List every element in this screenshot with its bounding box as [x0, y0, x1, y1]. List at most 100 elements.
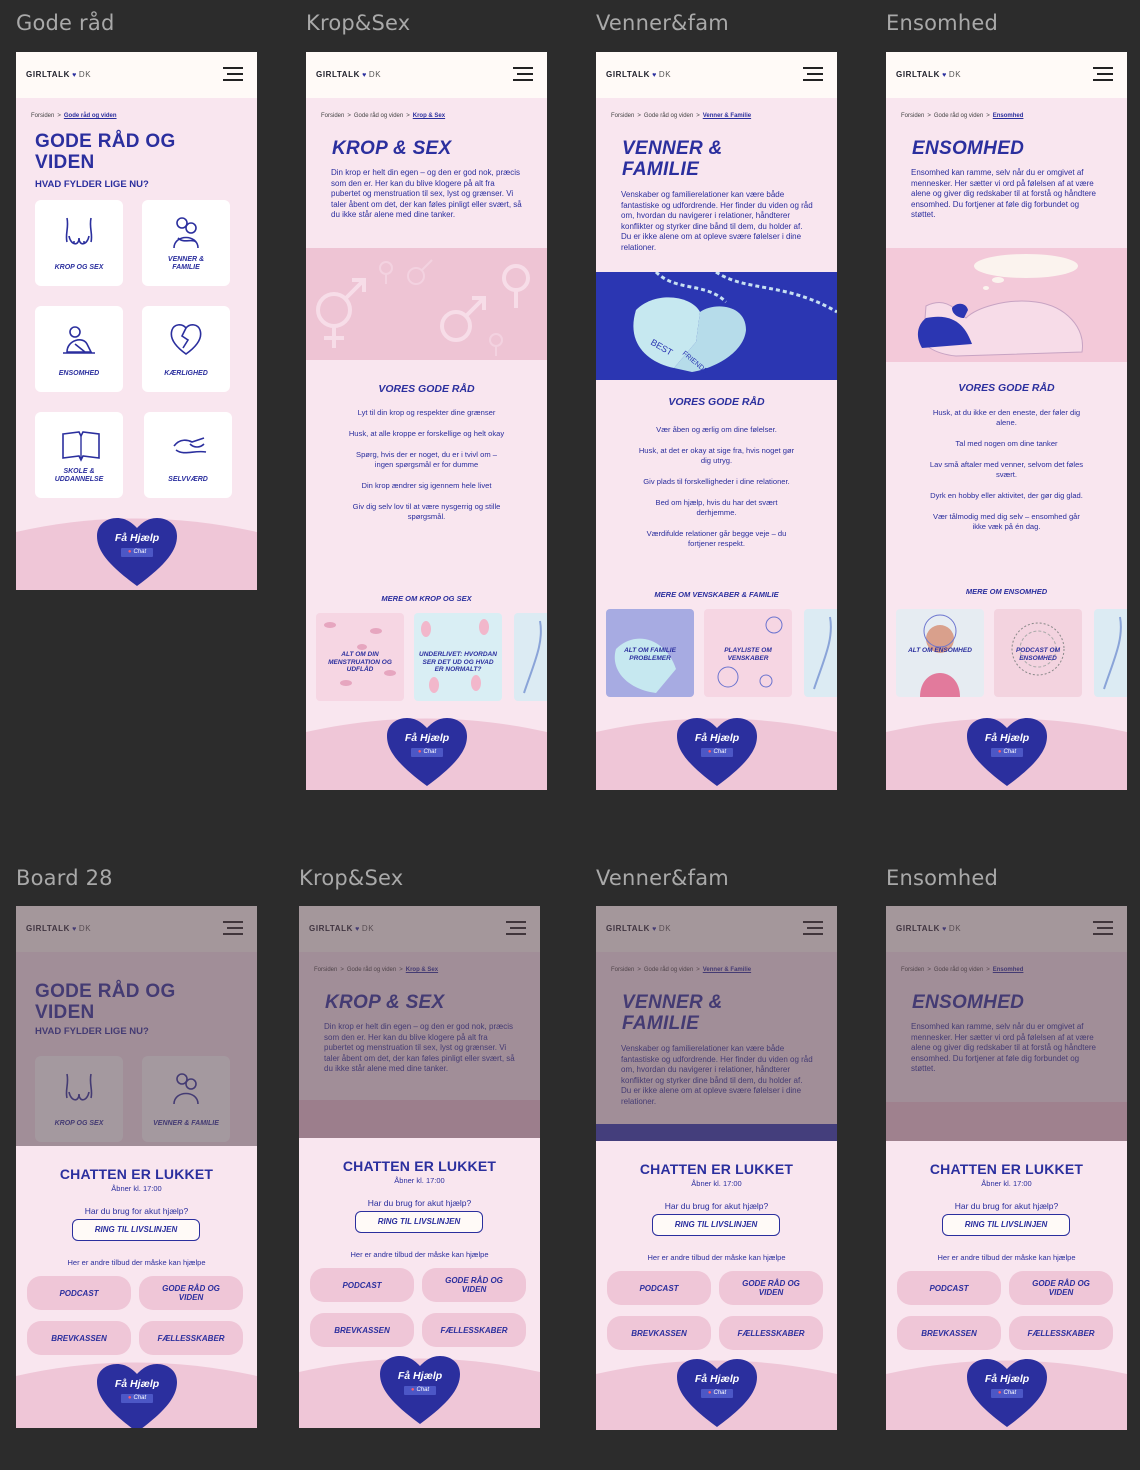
offer-faellesskaber-button[interactable]: FÆLLESSKABER [139, 1321, 243, 1355]
menu-icon[interactable] [1093, 66, 1113, 82]
page-intro: Venskaber og familierelationer kan være … [621, 190, 813, 252]
tips-heading: VORES GODE RÅD [958, 382, 1055, 394]
frame-ensomhed: GIRLTALK ♥ DK Forsiden > Gode råd og viden > E… [886, 52, 1127, 790]
offer-brevkassen-button[interactable]: BREVKASSEN [897, 1316, 1001, 1350]
board-title-ensomhed-2: Ensomhed [886, 866, 998, 890]
tile-skole-uddannelse[interactable]: SKOLE & UDDANNELSE [35, 412, 123, 498]
help-heart-button[interactable]: Få Hjælp ● Chat [967, 1359, 1047, 1429]
offer-gode-raad-button[interactable]: GODE RÅD OG VIDEN [139, 1276, 243, 1310]
offer-brevkassen-button[interactable]: BREVKASSEN [310, 1313, 414, 1347]
gender-symbols-banner [306, 248, 547, 360]
book-icon [62, 431, 100, 462]
article-card-playliste[interactable]: PLAYLISTE OM VENSKABER [704, 609, 792, 697]
frame-krop-sex: GIRLTALK ♥ DK Forsiden > Gode råd og viden > K… [306, 52, 547, 790]
tile-ensomhed[interactable]: ENSOMHED [35, 306, 123, 392]
logo[interactable]: GIRLTALK♥DK [606, 70, 671, 79]
chat-closed-heading: CHATTEN ER LUKKET [342, 1158, 497, 1174]
tip: Spørg, hvis der er noget, du er i tvivl … [356, 450, 497, 469]
tile-venner-familie[interactable]: VENNER & FAMILIE [142, 200, 230, 286]
offer-podcast-button[interactable]: PODCAST [607, 1271, 711, 1305]
menu-icon[interactable] [513, 66, 533, 82]
chat-badge[interactable]: ● Chat [701, 1389, 733, 1398]
board-title-krop-sex-2: Krop&Sex [299, 866, 404, 890]
article-card-familie-problemer[interactable]: ALT OM FAMILIE PROBLEMER [606, 609, 694, 697]
chat-closed-panel: CHATTEN ER LUKKET Åbner kl. 17:00 Har du… [299, 1138, 540, 1428]
call-livslinjen-button[interactable]: RING TIL LIVSLINJEN [942, 1214, 1070, 1236]
chat-badge[interactable]: ● Chat [991, 1389, 1023, 1398]
chat-badge[interactable]: ● Chat [121, 1394, 153, 1403]
chat-badge[interactable]: ● Chat [121, 548, 153, 557]
article-card-partial[interactable] [1094, 609, 1127, 697]
page-title: VENNER &FAMILIE [622, 138, 723, 180]
offer-gode-raad-button[interactable]: GODE RÅD OG VIDEN [422, 1268, 526, 1302]
offer-faellesskaber-button[interactable]: FÆLLESSKABER [422, 1313, 526, 1347]
tips-list: Lyt til din krop og respekter dine græns… [346, 408, 507, 533]
help-heart-button[interactable]: Få Hjælp ● Chat [97, 518, 177, 588]
article-card-partial[interactable] [514, 613, 547, 701]
help-heart-button[interactable]: Få Hjælp ● Chat [677, 718, 757, 788]
tile-selvvaerd[interactable]: SELVVÆRD [144, 412, 232, 498]
menu-icon[interactable] [803, 66, 823, 82]
figure-image [1103, 616, 1122, 690]
body-icon [65, 217, 93, 245]
offer-podcast-button[interactable]: PODCAST [897, 1271, 1001, 1305]
heart-icon: ♥ [362, 72, 367, 79]
offer-faellesskaber-button[interactable]: FÆLLESSKABER [719, 1316, 823, 1350]
article-card-menstruation[interactable]: ALT OM DIN MENSTRUATION OG UDFLÅD [316, 613, 404, 701]
chat-badge[interactable]: ● Chat [411, 748, 443, 757]
chat-badge[interactable]: ● Chat [701, 748, 733, 757]
call-livslinjen-button[interactable]: RING TIL LIVSLINJEN [652, 1214, 780, 1236]
offer-gode-raad-button[interactable]: GODE RÅD OG VIDEN [719, 1271, 823, 1305]
offer-brevkassen-button[interactable]: BREVKASSEN [607, 1316, 711, 1350]
tip: Husk, at det er okay at sige fra, hvis n… [638, 446, 795, 465]
frame-venner-familie: GIRLTALK ♥ DK Forsiden > Gode råd og viden > V… [596, 52, 837, 790]
offer-podcast-button[interactable]: PODCAST [310, 1268, 414, 1302]
board-title-krop-sex: Krop&Sex [306, 11, 411, 35]
tip: Dyrk en hobby eller aktivitet, der gør d… [930, 491, 1083, 500]
other-offers-text: Her er andre tilbud der måske kan hjælpe [350, 1250, 489, 1259]
opening-time: Åbner kl. 17:00 [691, 1179, 742, 1188]
frame-gode-raad: GIRLTALK ♥ DK Forsiden > Gode råd og viden G… [16, 52, 257, 590]
help-heart-button[interactable]: Få Hjælp ● Chat [380, 1356, 460, 1426]
article-card-ensomhed[interactable]: ALT OM ENSOMHED [896, 609, 984, 697]
crumb-advice[interactable]: Gode råd og viden [644, 113, 693, 119]
call-livslinjen-button[interactable]: RING TIL LIVSLINJEN [355, 1211, 483, 1233]
call-livslinjen-button[interactable]: RING TIL LIVSLINJEN [72, 1219, 200, 1241]
offer-brevkassen-button[interactable]: BREVKASSEN [27, 1321, 131, 1355]
best-friends-necklace-image: BEST FRIENDS [596, 272, 837, 380]
frame-board28: GIRLTALK♥DK GODE RÅD OGVIDEN HVAD FYLDER… [16, 906, 257, 1428]
lonely-person-icon [63, 326, 95, 354]
logo[interactable]: GIRLTALK♥DK [896, 70, 961, 79]
article-card-podcast[interactable]: PODCAST OM ENSOMHED [994, 609, 1082, 697]
offer-gode-raad-button[interactable]: GODE RÅD OG VIDEN [1009, 1271, 1113, 1305]
chat-badge[interactable]: ● Chat [991, 748, 1023, 757]
offer-podcast-button[interactable]: PODCAST [27, 1276, 131, 1310]
crumb-home[interactable]: Forsiden [31, 113, 54, 119]
article-card-underlivet[interactable]: UNDERLIVET: HVORDAN SER DET UD OG HVAD E… [414, 613, 502, 701]
tip: Bed om hjælp, hvis du har det svært derh… [655, 498, 778, 517]
chat-badge[interactable]: ● Chat [404, 1386, 436, 1395]
crumb-home[interactable]: Forsiden [901, 113, 924, 119]
crumb-advice[interactable]: Gode råd og viden [354, 113, 403, 119]
help-heart-button[interactable]: Få Hjælp ● Chat [387, 718, 467, 788]
help-heart-button[interactable]: Få Hjælp ● Chat [677, 1359, 757, 1429]
page-intro: Din krop er helt din egen – og den er go… [331, 168, 522, 220]
crumb-home[interactable]: Forsiden [321, 113, 344, 119]
logo[interactable]: GIRLTALK♥DK [26, 70, 91, 79]
crumb-current: Krop & Sex [412, 113, 446, 119]
crumb-home[interactable]: Forsiden [611, 113, 634, 119]
crumb-advice[interactable]: Gode råd og viden [64, 113, 117, 119]
tile-kaerlighed[interactable]: KÆRLIGHED [142, 306, 230, 392]
board-title-venner: Venner&fam [596, 11, 729, 35]
site-header: GIRLTALK♥DK [886, 52, 1127, 98]
logo[interactable]: GIRLTALK♥DK [316, 70, 381, 79]
help-heart-button[interactable]: Få Hjælp ● Chat [97, 1364, 177, 1428]
offer-faellesskaber-button[interactable]: FÆLLESSKABER [1009, 1316, 1113, 1350]
tile-krop-og-sex[interactable]: KROP OG SEX [35, 200, 123, 286]
article-card-partial[interactable] [804, 609, 837, 697]
crumb-advice[interactable]: Gode råd og viden [934, 113, 983, 119]
help-heart-button[interactable]: Få Hjælp ● Chat [967, 718, 1047, 788]
menu-icon[interactable] [223, 66, 243, 82]
other-offers-text: Her er andre tilbud der måske kan hjælpe [67, 1258, 206, 1267]
opening-time: Åbner kl. 17:00 [981, 1179, 1032, 1188]
